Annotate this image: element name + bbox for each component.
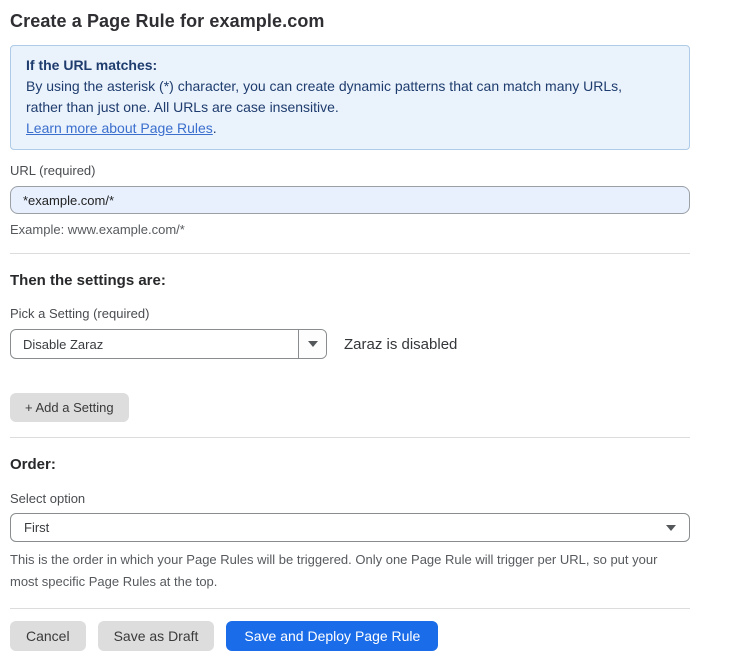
info-box-body: By using the asterisk (*) character, you… xyxy=(26,76,656,118)
create-page-rule-form: Create a Page Rule for example.com If th… xyxy=(0,0,690,651)
url-field-label: URL (required) xyxy=(10,163,690,178)
learn-more-page-rules-link[interactable]: Learn more about Page Rules xyxy=(26,120,213,136)
setting-row: Disable Zaraz Zaraz is disabled xyxy=(10,329,690,359)
order-select[interactable]: First xyxy=(10,513,690,542)
setting-dropdown-value: Disable Zaraz xyxy=(11,330,298,358)
caret-down-icon xyxy=(666,525,676,531)
cancel-button[interactable]: Cancel xyxy=(10,621,86,651)
url-match-info-box: If the URL matches: By using the asteris… xyxy=(10,45,690,150)
order-helper-text: This is the order in which your Page Rul… xyxy=(10,549,682,593)
link-suffix-text: . xyxy=(213,120,217,136)
setting-dropdown-arrow-button[interactable] xyxy=(298,330,326,358)
save-and-deploy-button[interactable]: Save and Deploy Page Rule xyxy=(226,621,438,651)
add-setting-button[interactable]: + Add a Setting xyxy=(10,393,129,422)
info-box-heading: If the URL matches: xyxy=(26,55,674,76)
url-example-helper: Example: www.example.com/* xyxy=(10,222,690,237)
divider xyxy=(10,253,690,254)
order-section-heading: Order: xyxy=(10,456,690,473)
settings-section-heading: Then the settings are: xyxy=(10,272,690,289)
caret-down-icon xyxy=(308,341,318,347)
order-select-label: Select option xyxy=(10,491,690,506)
save-as-draft-button[interactable]: Save as Draft xyxy=(98,621,215,651)
setting-status-text: Zaraz is disabled xyxy=(344,336,457,353)
form-actions: Cancel Save as Draft Save and Deploy Pag… xyxy=(10,621,690,651)
setting-dropdown[interactable]: Disable Zaraz xyxy=(10,329,327,359)
pick-setting-label: Pick a Setting (required) xyxy=(10,306,690,321)
page-title: Create a Page Rule for example.com xyxy=(10,11,690,32)
order-select-value: First xyxy=(24,520,49,535)
url-input[interactable] xyxy=(10,186,690,214)
divider xyxy=(10,608,690,609)
divider xyxy=(10,437,690,438)
info-box-link-line: Learn more about Page Rules. xyxy=(26,118,674,139)
